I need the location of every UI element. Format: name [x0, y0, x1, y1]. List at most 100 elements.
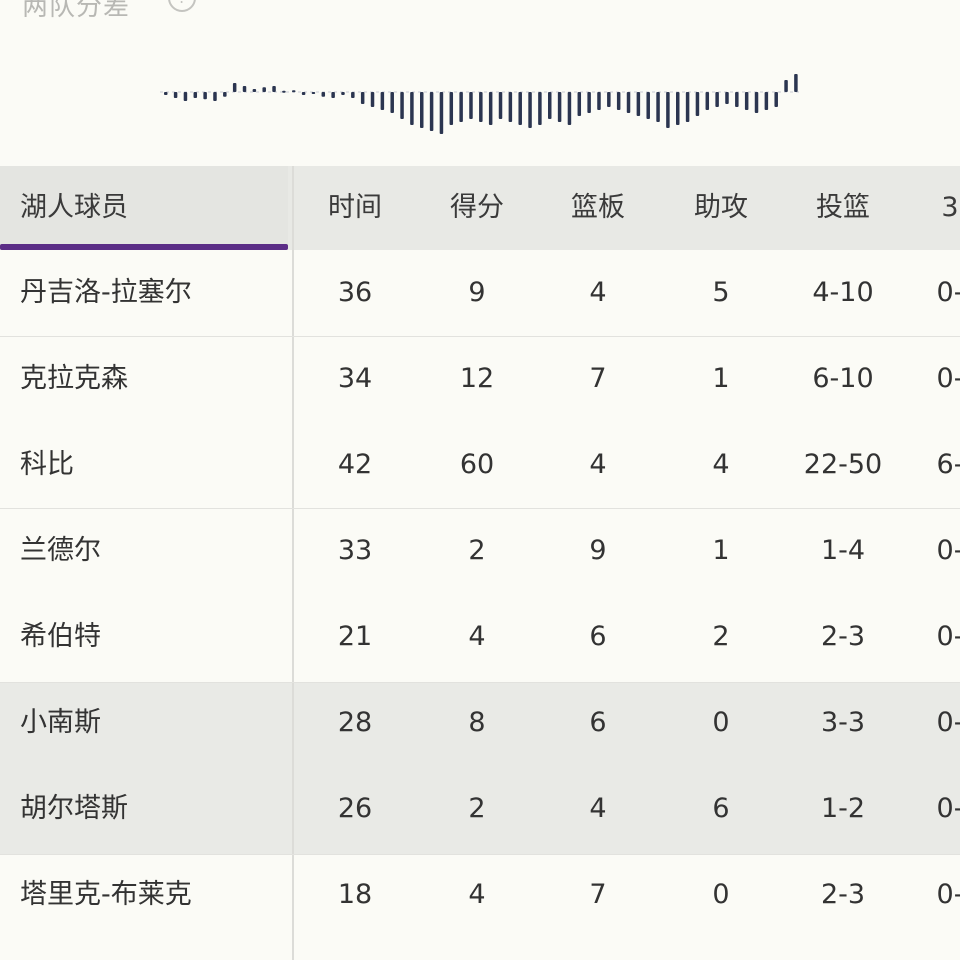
momentum-bar: [607, 92, 611, 107]
player-row[interactable]: 克拉克森 34 12 7 1 6-10 0-: [0, 336, 960, 422]
stat-fg: 1-4: [820, 535, 866, 566]
momentum-bar: [301, 92, 306, 95]
momentum-bar: [705, 92, 710, 110]
momentum-bar: [685, 92, 690, 122]
stat-fg: 1-2: [820, 793, 866, 824]
momentum-bar: [331, 92, 335, 98]
momentum-bar: [735, 92, 739, 107]
stat-3pt: 0-: [936, 879, 960, 910]
column-header-rebounds[interactable]: 篮板: [543, 166, 653, 250]
momentum-bar: [213, 92, 217, 101]
player-name[interactable]: 小南斯: [20, 680, 101, 766]
stat-rebounds: 6: [589, 621, 607, 652]
momentum-bar: [173, 92, 178, 98]
momentum-bar: [420, 92, 424, 128]
column-header-assists[interactable]: 助攻: [666, 166, 776, 250]
stat-fg: 2-3: [820, 621, 866, 652]
momentum-bar: [449, 92, 454, 125]
stat-points: 4: [468, 621, 486, 652]
stat-rebounds: 6: [589, 707, 607, 738]
player-name[interactable]: 胡尔塔斯: [20, 766, 128, 852]
stat-3pt: 0-: [936, 707, 960, 738]
momentum-bar: [479, 92, 483, 122]
momentum-bar: [400, 92, 404, 119]
momentum-bar: [567, 92, 572, 125]
stat-time: 33: [337, 535, 373, 566]
player-row[interactable]: 小南斯 28 8 6 0 3-3 0-: [0, 680, 960, 766]
stat-rebounds: 7: [589, 879, 607, 910]
stat-rebounds: 4: [589, 793, 607, 824]
player-row[interactable]: 丹吉洛-拉塞尔 36 9 4 5 4-10 0-: [0, 250, 960, 336]
momentum-bar: [232, 83, 237, 92]
momentum-bar: [725, 92, 729, 104]
momentum-bar: [508, 92, 513, 122]
stat-fg: 4-10: [812, 277, 874, 308]
momentum-bar: [193, 92, 198, 98]
player-stats-table: 湖人球员 时间 得分 篮板 助攻 投篮 3 丹吉洛-拉塞尔 3 6 9 4 5 4-10 0-…: [0, 166, 960, 960]
stat-assists: 4: [712, 449, 730, 480]
momentum-bar: [764, 92, 769, 110]
player-row[interactable]: 科比 42 60 4 4 22-50 6-: [0, 422, 960, 508]
momentum-bar: [203, 92, 207, 100]
player-name[interactable]: 希伯特: [20, 594, 101, 680]
player-name[interactable]: 塔里克-布莱克: [20, 852, 192, 938]
stat-3pt: 0-: [936, 363, 960, 394]
momentum-bar: [321, 92, 326, 97]
stat-rebounds: 7: [589, 363, 607, 394]
stat-fg: 3-3: [820, 707, 866, 738]
momentum-bar: [548, 92, 552, 119]
momentum-bar: [794, 74, 798, 92]
player-name[interactable]: 科比: [20, 422, 74, 508]
momentum-bar: [262, 87, 266, 92]
table-header-row: 湖人球员 时间 得分 篮板 助攻 投篮 3: [0, 166, 960, 250]
column-header-time[interactable]: 时间: [300, 166, 410, 250]
momentum-bar: [715, 92, 719, 107]
momentum-bar: [390, 92, 394, 113]
player-name[interactable]: 克拉克森: [20, 336, 128, 422]
momentum-bar: [676, 92, 680, 125]
stat-rebounds: 9: [589, 535, 607, 566]
stat-points: 9: [468, 277, 486, 308]
momentum-bar: [292, 90, 296, 93]
stat-time: 21: [337, 621, 373, 652]
column-header-fg[interactable]: 投篮: [788, 166, 898, 250]
player-name[interactable]: 丹吉洛-拉塞尔: [20, 250, 192, 336]
momentum-bar: [272, 86, 276, 92]
momentum-bar: [616, 92, 621, 110]
player-row[interactable]: 塔里克-布莱克 18 4 7 0 2-3 0-: [0, 852, 960, 938]
momentum-bar: [223, 92, 227, 97]
momentum-bar: [626, 92, 631, 113]
momentum-bar: [469, 92, 473, 119]
help-circle-icon[interactable]: ?: [168, 0, 196, 12]
row-divider: [0, 682, 960, 683]
momentum-bar: [164, 92, 168, 95]
momentum-bar: [370, 92, 375, 107]
momentum-bar: [410, 92, 414, 125]
momentum-bar: [597, 92, 601, 110]
stat-points: 8: [468, 707, 486, 738]
column-header-points[interactable]: 得分: [422, 166, 532, 250]
row-divider: [0, 336, 960, 337]
player-name[interactable]: 兰德尔: [20, 508, 101, 594]
player-row[interactable]: 胡尔塔斯 26 2 4 6 1-2 0-: [0, 766, 960, 852]
momentum-bar: [784, 80, 788, 92]
player-row[interactable]: 兰德尔 33 2 9 1 1-4 0-: [0, 508, 960, 594]
momentum-bar: [242, 86, 247, 92]
stat-assists: 5: [712, 277, 730, 308]
stat-fg: 2-3: [820, 879, 866, 910]
momentum-bar: [518, 92, 522, 125]
momentum-bar: [459, 92, 463, 122]
stat-points: 12: [459, 363, 495, 394]
stat-rebounds: 4: [589, 449, 607, 480]
stat-time: 34: [337, 363, 373, 394]
momentum-bar: [528, 92, 532, 128]
stat-3pt: 0-: [936, 621, 960, 652]
column-header-3pt[interactable]: 3: [895, 166, 960, 250]
player-row[interactable]: 希伯特 21 4 6 2 2-3 0-: [0, 594, 960, 680]
momentum-bar: [360, 92, 365, 104]
stat-points: 60: [459, 449, 495, 480]
momentum-bar: [498, 92, 503, 119]
stat-time: 28: [337, 707, 373, 738]
momentum-bar: [557, 92, 562, 122]
momentum-bar: [341, 92, 345, 95]
